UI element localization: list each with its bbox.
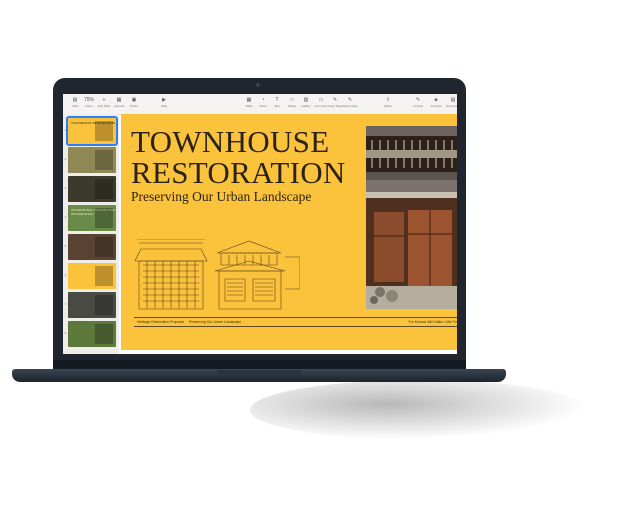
slide-thumbnail[interactable]: TOWNHOUSE RESTORATION: [66, 116, 118, 146]
slide-thumbnail[interactable]: [68, 321, 116, 347]
slide-thumbnail[interactable]: TRADITIONAL TOWNHOUSE RESTORATION: [68, 205, 116, 231]
slide-footer: Heritage Restoration Proposal Preserving…: [134, 317, 457, 327]
toolbar-button-label: Paste Style: [342, 104, 358, 108]
play-icon: ▶: [162, 97, 166, 103]
thumbnail-image: [95, 324, 113, 344]
footer-right-text: For Kimura Jide Daiku • Mei Fu: [408, 320, 458, 324]
thumbnail-image: [95, 237, 113, 257]
slide-title-line-2: RESTORATION: [131, 155, 346, 190]
footer-left-text: Heritage Restoration Proposal: [137, 320, 184, 324]
slide-title-line-1: TOWNHOUSE: [131, 124, 330, 159]
laptop-notch: [217, 370, 301, 375]
slide-thumbnail[interactable]: [68, 176, 116, 202]
laptop-base: [12, 369, 506, 382]
share-icon: ⇪: [385, 97, 391, 103]
townhouse-photo[interactable]: [366, 126, 457, 309]
toolbar-paste-style-button[interactable]: ✎ Paste Style: [340, 96, 360, 112]
slide-thumbnail[interactable]: [68, 147, 116, 173]
thumbnail-image: [95, 266, 113, 286]
laptop-shadow: [250, 380, 590, 440]
thumbnail-image: [95, 295, 113, 315]
laptop-lid: ▤ View 75% Zoom + Add Slide ▦ Layouts ▣ Photo ▶ Pla…: [53, 78, 466, 372]
toolbar-photo-button[interactable]: ▣ Photo: [124, 96, 144, 112]
thumbnail-image: [95, 121, 113, 141]
brush-icon: ✎: [347, 97, 353, 103]
slide-thumbnail[interactable]: [68, 292, 116, 318]
document-icon: ▤: [450, 97, 456, 103]
toolbar-button-label: Play: [161, 104, 167, 108]
slide-canvas[interactable]: TOWNHOUSE RESTORATION Preserving Our Urb…: [121, 114, 457, 350]
format-icon: ✎: [415, 97, 421, 103]
camera-dot: [256, 83, 260, 87]
toolbar: ▤ View 75% Zoom + Add Slide ▦ Layouts ▣ Photo ▶ Pla…: [63, 94, 457, 115]
toolbar-document-button[interactable]: ▤Document: [443, 96, 457, 112]
thumbnail-image: [95, 208, 113, 228]
house-sketch-image[interactable]: [135, 239, 300, 311]
toolbar-button-label: Photo: [130, 104, 138, 108]
toolbar-play-button[interactable]: ▶ Play: [154, 96, 174, 112]
thumbnail-image: [95, 179, 113, 199]
slide-thumbnail[interactable]: [68, 263, 116, 289]
app-window: ▤ View 75% Zoom + Add Slide ▦ Layouts ▣ Photo ▶ Pla…: [63, 94, 457, 354]
footer-middle-text: Preserving Our Urban Landscape: [189, 320, 242, 324]
toolbar-share-button[interactable]: ⇪ Share: [378, 96, 398, 112]
toolbar-button-label: Format: [413, 104, 423, 108]
toolbar-button-label: Share: [383, 104, 392, 108]
photo-icon: ▣: [131, 97, 137, 103]
toolbar-format-button[interactable]: ✎ Format: [408, 96, 428, 112]
slide-thumbnail[interactable]: [68, 234, 116, 260]
slide-subtitle[interactable]: Preserving Our Urban Landscape: [131, 189, 311, 205]
slide-navigator: 1 TOWNHOUSE RESTORATION 2 3 4 TRADITIONAL TOW…: [63, 114, 119, 354]
thumbnail-image: [95, 150, 113, 170]
toolbar-button-label: Document: [446, 104, 457, 108]
slide-title[interactable]: TOWNHOUSE RESTORATION: [131, 126, 346, 188]
